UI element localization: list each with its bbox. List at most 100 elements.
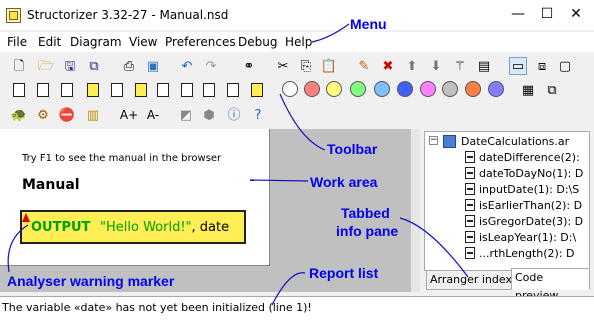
info-icon[interactable]: ⓘ (225, 106, 243, 124)
export-image-icon[interactable]: ▣ (144, 57, 162, 75)
callout-tabbed: Tabbed (341, 205, 390, 221)
menu-file[interactable]: File (7, 35, 27, 49)
report-list[interactable]: The variable «date» has not yet been ini… (0, 296, 594, 321)
menu-edit[interactable]: Edit (38, 35, 61, 49)
executor-gear-icon[interactable]: ⚙ (34, 106, 52, 124)
callout-toolbar: Toolbar (327, 141, 378, 157)
title-bar: Structorizer 3.32-27 - Manual.nsd — ☐ ✕ (0, 0, 594, 30)
add-alternative-icon[interactable] (34, 81, 52, 99)
turtle-icon[interactable]: 🐢 (10, 106, 28, 124)
menu-preferences[interactable]: Preferences (165, 35, 236, 49)
font-down-icon[interactable]: A- (144, 106, 162, 124)
output-arguments: "Hello World!", date (100, 220, 229, 235)
redo-icon[interactable]: ↷ (202, 57, 220, 75)
color-pink-icon[interactable] (420, 81, 436, 97)
color-violet-icon[interactable] (488, 81, 504, 97)
collapse-icon[interactable]: ▤ (475, 57, 493, 75)
move-down-icon[interactable]: ⬇ (427, 57, 445, 75)
tree-item[interactable]: dateToDayNo(1): D (465, 166, 583, 180)
collapse-toggle-icon[interactable]: − (429, 136, 438, 145)
menu-debug[interactable]: Debug (238, 35, 277, 49)
callout-info-pane: info pane (336, 223, 399, 239)
add-try-icon[interactable] (248, 81, 266, 99)
tree-item[interactable]: isEarlierThan(2): D (465, 198, 582, 212)
arranger-group-icon[interactable]: ⧉ (543, 81, 561, 99)
analyser-icon[interactable]: ◩ (177, 106, 195, 124)
add-jump-icon[interactable] (200, 81, 218, 99)
print-icon[interactable]: ⎙ (120, 57, 138, 75)
output-string: "Hello World!" (100, 220, 192, 235)
structure-view-icon[interactable]: ▭ (509, 57, 527, 75)
transmute-wand-icon[interactable]: ⚚ (451, 57, 469, 75)
copy-diagram-icon[interactable]: ⧈ (533, 57, 551, 75)
color-white-icon[interactable] (282, 81, 298, 97)
structorizer-app-icon (6, 8, 21, 23)
delete-element-icon[interactable]: ✖ (379, 57, 397, 75)
add-while-loop-icon[interactable] (108, 81, 126, 99)
font-up-icon[interactable]: A+ (120, 106, 138, 124)
add-case-icon[interactable] (58, 81, 76, 99)
test-coverage-icon[interactable]: ▥ (84, 106, 102, 124)
add-for-loop-icon[interactable] (84, 81, 102, 99)
window-title: Structorizer 3.32-27 - Manual.nsd (27, 8, 229, 22)
diagram-canvas[interactable]: Try F1 to see the manual in the browser … (0, 129, 270, 266)
tree-item[interactable]: inputDate(1): D:\S (465, 182, 579, 196)
color-gray-icon[interactable] (442, 81, 458, 97)
tree-item[interactable]: isLeapYear(1): D:\ (465, 230, 576, 244)
toolbar-row-3: 🐢 ⚙ ⛔ ▥ A+ A- ◩ ⬢ ⓘ ? (0, 103, 594, 127)
new-file-icon[interactable]: 🗋 (10, 57, 28, 75)
arranger-icon[interactable]: ▦ (519, 81, 537, 99)
stop-icon[interactable]: ⛔ (58, 106, 76, 124)
close-icon[interactable]: ✕ (565, 4, 587, 24)
arranger-tree[interactable]: − DateCalculations.ar dateDifference(2):… (424, 131, 590, 271)
color-orange-icon[interactable] (465, 81, 481, 97)
undo-icon[interactable]: ↶ (178, 57, 196, 75)
tab-arranger-index[interactable]: Arranger index (426, 270, 516, 290)
work-area-scrollbar[interactable] (411, 129, 420, 292)
callout-menu: Menu (350, 16, 387, 32)
find-binoculars-icon[interactable]: ⚭ (240, 57, 258, 75)
show-comments-icon[interactable]: ▢ (556, 57, 574, 75)
analyser-warning-marker-icon (22, 213, 30, 222)
color-green-icon[interactable] (350, 81, 366, 97)
add-repeat-loop-icon[interactable] (132, 81, 150, 99)
maximize-icon[interactable]: ☐ (536, 4, 558, 24)
add-parallel-icon[interactable] (224, 81, 242, 99)
callout-report-list: Report list (309, 265, 379, 281)
add-call-icon[interactable] (178, 81, 196, 99)
open-folder-icon[interactable]: 🗁 (37, 57, 55, 75)
edit-element-icon[interactable]: ✎ (355, 57, 373, 75)
tab-code-preview[interactable]: Code preview (511, 268, 590, 302)
output-element[interactable]: OUTPUT "Hello World!", date (20, 210, 246, 244)
arranger-group-icon (443, 134, 456, 148)
info-pane: − DateCalculations.ar dateDifference(2):… (420, 129, 594, 302)
menu-view[interactable]: View (129, 35, 157, 49)
save-all-icon[interactable]: ⧉ (85, 57, 103, 75)
tree-item[interactable]: dateDifference(2): (465, 150, 580, 164)
cut-icon[interactable]: ✂ (274, 57, 292, 75)
color-blue-icon[interactable] (397, 81, 413, 97)
help-icon[interactable]: ? (249, 106, 267, 124)
copy-icon[interactable]: ⎘ (297, 57, 315, 75)
move-up-icon[interactable]: ⬆ (403, 57, 421, 75)
save-icon[interactable]: 🖫 (61, 57, 79, 75)
callout-analyser-warning-marker: Analyser warning marker (7, 273, 175, 289)
add-instruction-icon[interactable] (10, 81, 28, 99)
check-icon[interactable]: ⬢ (200, 106, 218, 124)
color-yellow-icon[interactable] (326, 81, 342, 97)
tree-item[interactable]: ...rthLength(2): D (465, 246, 575, 260)
minimize-icon[interactable]: — (507, 4, 529, 24)
color-red-icon[interactable] (304, 81, 320, 97)
callout-work-area: Work area (310, 174, 378, 190)
tree-root[interactable]: DateCalculations.ar (443, 134, 569, 148)
output-rest: , date (191, 220, 230, 235)
report-message[interactable]: The variable «date» has not yet been ini… (2, 301, 312, 314)
diagram-title[interactable]: Manual (22, 177, 80, 193)
add-forever-loop-icon[interactable] (154, 81, 172, 99)
menu-diagram[interactable]: Diagram (70, 35, 122, 49)
diagram-hint: Try F1 to see the manual in the browser (22, 153, 222, 164)
tree-item[interactable]: isGregorDate(3): D (465, 214, 583, 228)
menu-help[interactable]: Help (285, 35, 312, 49)
color-cyan-icon[interactable] (374, 81, 390, 97)
paste-icon[interactable]: 📋 (320, 57, 338, 75)
